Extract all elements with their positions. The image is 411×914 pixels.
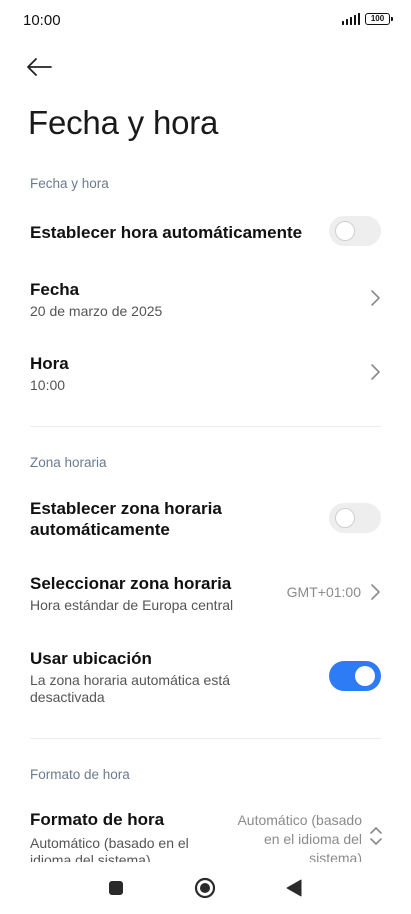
page-title: Fecha y hora xyxy=(28,104,219,141)
select-zone-row[interactable]: Seleccionar zona horaria Hora estándar d… xyxy=(0,566,411,626)
back-nav-button[interactable] xyxy=(274,862,314,914)
auto-time-row[interactable]: Establecer hora automáticamente xyxy=(0,206,411,258)
select-zone-value: GMT+01:00 xyxy=(286,584,361,600)
signal-icon xyxy=(341,13,360,25)
arrow-left-icon xyxy=(27,58,52,76)
status-time: 10:00 xyxy=(23,12,61,29)
chevron-up-down-icon xyxy=(370,827,382,845)
battery-icon: 100 xyxy=(365,13,393,25)
chevron-right-icon xyxy=(371,364,380,380)
home-button[interactable] xyxy=(185,862,225,914)
triangle-left-icon xyxy=(286,879,302,897)
back-button[interactable] xyxy=(26,52,58,82)
time-format-label: Formato de hora xyxy=(30,810,165,829)
select-zone-subtitle: Hora estándar de Europa central xyxy=(30,597,234,613)
status-bar: 10:00 100 xyxy=(0,0,411,44)
time-format-value-line2: en el idioma del xyxy=(263,831,362,847)
status-icons: 100 xyxy=(341,13,393,25)
time-format-value: Automático (basado en el idioma del sist… xyxy=(237,811,362,862)
chevron-right-icon xyxy=(371,584,380,600)
section-header-time-zone: Zona horaria xyxy=(30,455,107,470)
section-header-date-time: Fecha y hora xyxy=(30,176,109,191)
battery-level: 100 xyxy=(370,14,385,23)
square-icon xyxy=(109,881,123,895)
toggle-knob xyxy=(335,508,355,528)
section-header-time-format: Formato de hora xyxy=(30,767,130,782)
date-value: 20 de marzo de 2025 xyxy=(30,303,163,319)
use-location-toggle[interactable] xyxy=(329,661,381,691)
select-zone-label: Seleccionar zona horaria xyxy=(30,574,232,593)
toggle-knob xyxy=(335,221,355,241)
time-format-value-line1: Automático (basado xyxy=(237,812,362,828)
use-location-row[interactable]: Usar ubicación La zona horaria automátic… xyxy=(0,640,411,712)
time-format-subtitle-line1: Automático (basado en el xyxy=(30,835,189,851)
time-format-row[interactable]: Formato de hora Automático (basado en el… xyxy=(0,802,411,862)
recents-button[interactable] xyxy=(96,862,136,914)
date-label: Fecha xyxy=(30,280,80,299)
time-row[interactable]: Hora 10:00 xyxy=(0,344,411,406)
auto-time-toggle[interactable] xyxy=(329,216,381,246)
time-value: 10:00 xyxy=(30,377,66,393)
chevron-right-icon xyxy=(371,290,380,306)
divider xyxy=(30,426,381,427)
auto-time-label: Establecer hora automáticamente xyxy=(30,223,303,242)
time-label: Hora xyxy=(30,354,69,373)
date-row[interactable]: Fecha 20 de marzo de 2025 xyxy=(0,270,411,332)
circle-icon xyxy=(194,877,216,899)
use-location-subtitle-line2: desactivada xyxy=(30,689,105,705)
toggle-knob xyxy=(355,666,375,686)
time-format-subtitle-line2: idioma del sistema) xyxy=(30,852,151,862)
auto-zone-toggle[interactable] xyxy=(329,503,381,533)
use-location-subtitle-line1: La zona horaria automática está xyxy=(30,672,231,688)
auto-zone-row[interactable]: Establecer zona horaria automáticamente xyxy=(0,490,411,550)
navigation-bar xyxy=(0,862,411,914)
auto-zone-label-line1: Establecer zona horaria xyxy=(30,499,222,518)
auto-zone-label-line2: automáticamente xyxy=(30,520,170,539)
divider xyxy=(30,738,381,739)
use-location-label: Usar ubicación xyxy=(30,649,152,668)
time-format-value-line3: sistema) xyxy=(309,850,362,862)
